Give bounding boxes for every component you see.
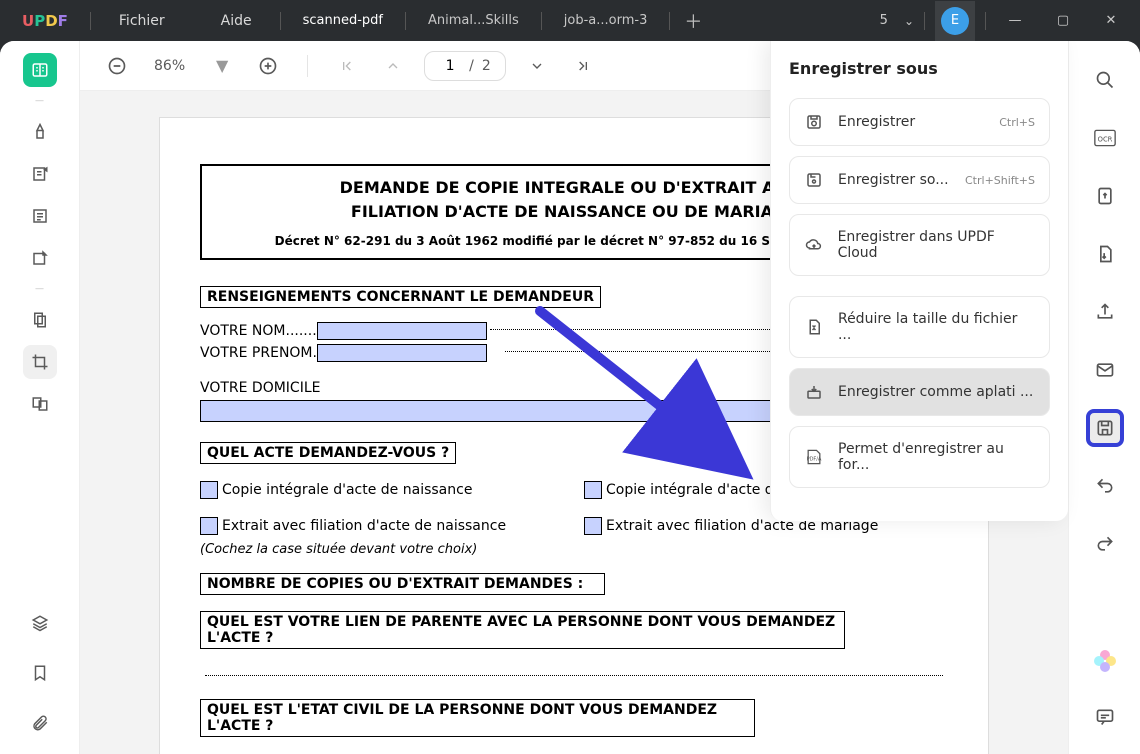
save-icon (804, 113, 824, 131)
reader-mode-button[interactable] (23, 53, 57, 87)
section-heading: QUEL ACTE DEMANDEZ-VOUS ? (200, 442, 456, 464)
save-as-icon (804, 171, 824, 189)
section-heading: QUEL EST VOTRE LIEN DE PARENTE AVEC LA P… (200, 611, 845, 649)
compress-button[interactable] (1086, 235, 1124, 273)
workspace: — — OCR 86% ▼ (0, 41, 1140, 754)
window-minimize[interactable]: — (996, 1, 1034, 41)
checkbox[interactable] (200, 517, 218, 535)
section-heading: NOMBRE DE COPIES OU D'EXTRAIT DEMANDES : (200, 573, 605, 595)
page-total: 2 (482, 58, 491, 74)
svg-text:PDF/A: PDF/A (807, 456, 822, 462)
page-indicator: / 2 (424, 51, 506, 81)
cloud-icon (804, 236, 824, 254)
page-current-input[interactable] (439, 58, 461, 74)
save-cloud-item[interactable]: Enregistrer dans UPDF Cloud (789, 214, 1050, 276)
menu-help[interactable]: Aide (193, 13, 280, 29)
flatten-icon (804, 383, 824, 401)
layers-button[interactable] (23, 606, 57, 640)
save-flatten-item[interactable]: Enregistrer comme aplati ... (789, 368, 1050, 416)
avatar-button[interactable]: E (935, 1, 975, 41)
crop-tool[interactable] (23, 345, 57, 379)
form-field-prenom[interactable] (317, 344, 487, 362)
ai-button[interactable] (1086, 642, 1124, 680)
search-button[interactable] (1086, 61, 1124, 99)
tab-2[interactable]: job-a...orm-3 (542, 13, 670, 28)
right-rail: OCR (1068, 41, 1140, 754)
attachment-button[interactable] (23, 706, 57, 740)
app-logo: UPDF (0, 12, 90, 30)
annotate-tool[interactable] (23, 157, 57, 191)
ocr-button[interactable]: OCR (1086, 119, 1124, 157)
last-page-button[interactable] (568, 51, 598, 81)
prev-page-button[interactable] (378, 51, 408, 81)
left-rail: — — (0, 41, 80, 754)
save-panel: Enregistrer sous Enregistrer Ctrl+S Enre… (770, 41, 1068, 521)
zoom-in-button[interactable] (253, 51, 283, 81)
checkbox[interactable] (584, 517, 602, 535)
pages-tool[interactable] (23, 199, 57, 233)
zoom-level: 86% (148, 58, 191, 74)
save-as-button[interactable] (1086, 409, 1124, 447)
organize-tool[interactable] (23, 303, 57, 337)
compare-tool[interactable] (23, 387, 57, 421)
bookmark-button[interactable] (23, 656, 57, 690)
tab-count: 5 (874, 13, 894, 28)
form-tool[interactable] (23, 241, 57, 275)
save-pdfa-item[interactable]: PDF/A Permet d'enregistrer au for... (789, 426, 1050, 488)
separator: — (23, 283, 57, 295)
first-page-button[interactable] (332, 51, 362, 81)
titlebar: UPDF Fichier Aide scanned-pdf Animal...S… (0, 0, 1140, 41)
share-button[interactable] (1086, 293, 1124, 331)
window-close[interactable]: ✕ (1092, 1, 1130, 41)
window-maximize[interactable]: ▢ (1044, 1, 1082, 41)
svg-text:OCR: OCR (1097, 135, 1112, 143)
next-page-button[interactable] (522, 51, 552, 81)
tab-0[interactable]: scanned-pdf (281, 13, 405, 28)
pdfa-icon: PDF/A (804, 448, 824, 466)
save-item[interactable]: Enregistrer Ctrl+S (789, 98, 1050, 146)
compress-icon (804, 318, 824, 336)
checkbox[interactable] (584, 481, 602, 499)
separator: — (23, 95, 57, 107)
panel-title: Enregistrer sous (789, 59, 1050, 78)
menu-file[interactable]: Fichier (91, 13, 193, 29)
section-heading: RENSEIGNEMENTS CONCERNANT LE DEMANDEUR (200, 286, 601, 308)
chevron-down-icon[interactable]: ⌄ (904, 14, 914, 28)
undo-button[interactable] (1086, 467, 1124, 505)
zoom-dropdown[interactable]: ▼ (207, 51, 237, 81)
redo-button[interactable] (1086, 525, 1124, 563)
comment-button[interactable] (1086, 698, 1124, 736)
convert-button[interactable] (1086, 177, 1124, 215)
form-field-nom[interactable] (317, 322, 487, 340)
save-as-item[interactable]: Enregistrer so... Ctrl+Shift+S (789, 156, 1050, 204)
section-heading: QUEL EST L'ETAT CIVIL DE LA PERSONNE DON… (200, 699, 755, 737)
highlight-tool[interactable] (23, 115, 57, 149)
new-tab-button[interactable]: ＋ (670, 8, 716, 34)
tab-1[interactable]: Animal...Skills (406, 13, 541, 28)
checkbox[interactable] (200, 481, 218, 499)
email-button[interactable] (1086, 351, 1124, 389)
reduce-size-item[interactable]: Réduire la taille du fichier ... (789, 296, 1050, 358)
zoom-out-button[interactable] (102, 51, 132, 81)
